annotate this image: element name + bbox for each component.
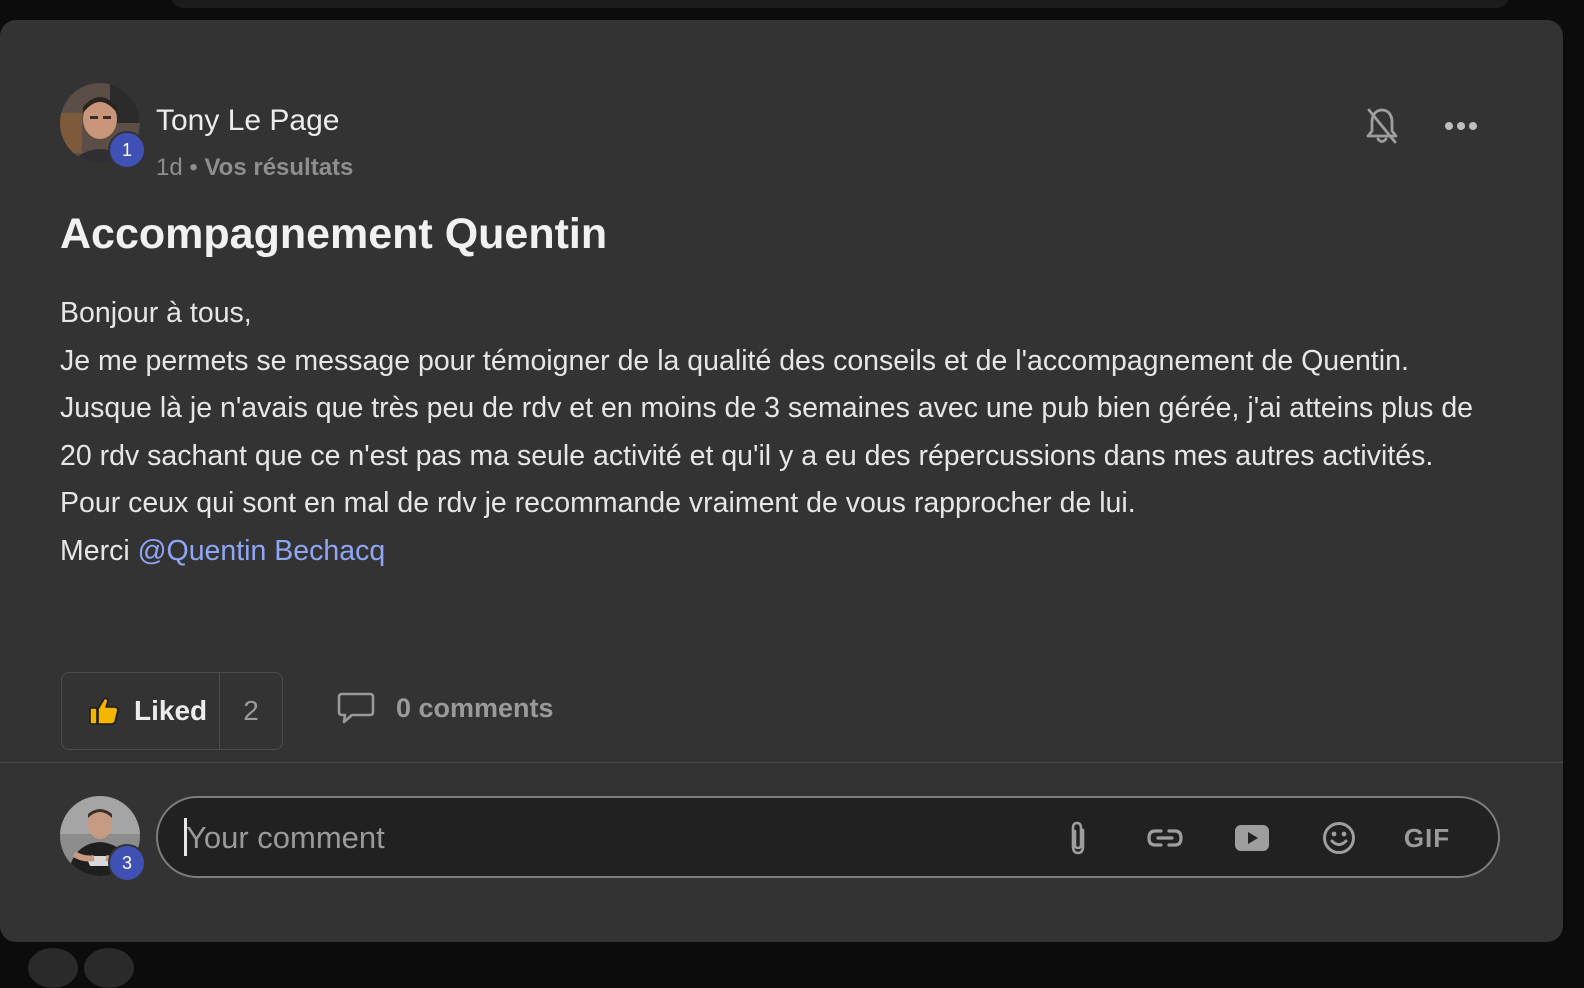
like-label: Liked (134, 695, 208, 726)
post-category[interactable]: Vos résultats (204, 154, 353, 181)
next-card-edge (84, 948, 134, 988)
insert-emoji-button[interactable] (1317, 816, 1361, 860)
comments-button[interactable]: 0 comments (336, 690, 554, 726)
section-divider (0, 762, 1563, 763)
post-body-thanks-line: Merci @Quentin Bechacq (60, 528, 1500, 576)
link-icon (1147, 829, 1183, 847)
insert-video-button[interactable] (1230, 816, 1274, 860)
post-meta: 1d • Vos résultats (156, 154, 353, 182)
like-control: Liked 2 (61, 672, 283, 750)
post-time: 1d (156, 154, 183, 181)
more-horizontal-icon (1445, 122, 1477, 130)
attach-file-button[interactable] (1056, 816, 1100, 860)
paperclip-icon (1071, 821, 1085, 855)
user-mention-link[interactable]: @Quentin Bechacq (138, 535, 386, 567)
thumbs-up-icon (89, 697, 119, 725)
smiley-icon (1323, 822, 1355, 854)
post-body-paragraph: Je me permets se message pour témoigner … (60, 344, 1474, 472)
previous-card-edge (170, 0, 1510, 8)
meta-separator: • (189, 154, 198, 181)
post-body-thanks: Merci (60, 534, 130, 567)
gif-label: GIF (1403, 822, 1451, 853)
current-user-level-badge: 3 (108, 844, 146, 882)
bell-off-icon (1366, 108, 1398, 144)
notification-toggle-button[interactable] (1360, 104, 1404, 148)
post-title: Accompagnement Quentin (60, 210, 608, 258)
post-body: Bonjour à tous, Je me permets se message… (60, 290, 1500, 575)
more-options-button[interactable] (1438, 106, 1484, 146)
comments-count-label: 0 comments (396, 692, 554, 723)
comment-composer: GIF (156, 796, 1500, 878)
like-button[interactable]: Liked (62, 673, 220, 749)
text-caret (184, 818, 187, 856)
insert-link-button[interactable] (1143, 816, 1187, 860)
comment-input[interactable] (184, 798, 1028, 878)
next-card-edge (28, 948, 78, 988)
youtube-icon (1235, 825, 1269, 851)
comment-bubble-icon (337, 692, 375, 724)
post-body-greeting: Bonjour à tous, (60, 297, 252, 329)
post-body-recommendation: Pour ceux qui sont en mal de rdv je reco… (60, 487, 1136, 519)
author-level-badge: 1 (108, 131, 146, 169)
like-count[interactable]: 2 (220, 695, 282, 727)
insert-gif-button[interactable]: GIF (1390, 816, 1464, 860)
author-name[interactable]: Tony Le Page (156, 104, 339, 138)
post-card: 1 Tony Le Page 1d • Vos résultats Accomp… (0, 20, 1563, 942)
